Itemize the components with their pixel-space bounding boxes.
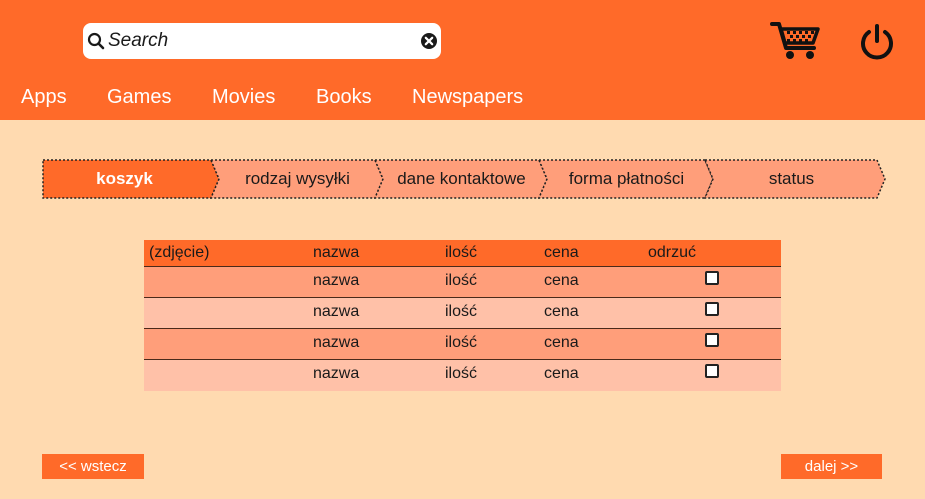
- header-reject: odrzuć: [648, 244, 697, 261]
- cell-price: cena: [544, 303, 579, 320]
- cell-qty: ilość: [445, 365, 478, 382]
- reject-checkbox[interactable]: [705, 271, 719, 285]
- header-photo: (zdjęcie): [149, 244, 210, 261]
- search-input[interactable]: [108, 27, 408, 55]
- cell-name: nazwa: [313, 365, 360, 382]
- search-icon: [87, 32, 105, 50]
- header-bar: Apps Games Movies Books Newspapers: [0, 0, 925, 120]
- table-header: (zdjęcie) nazwa ilość cena odrzuć: [144, 240, 781, 267]
- cell-qty: ilość: [445, 272, 478, 289]
- table-row: nazwa ilość cena: [144, 329, 781, 360]
- cell-price: cena: [544, 365, 579, 382]
- search-box[interactable]: [83, 23, 441, 59]
- nav-item-newspapers[interactable]: Newspapers: [412, 86, 523, 109]
- cell-name: nazwa: [313, 303, 360, 320]
- cell-price: cena: [544, 334, 579, 351]
- nav-item-movies[interactable]: Movies: [212, 86, 275, 109]
- cell-qty: ilość: [445, 303, 478, 320]
- nav-item-apps[interactable]: Apps: [21, 86, 67, 109]
- header-qty: ilość: [445, 244, 478, 261]
- table-row: nazwa ilość cena: [144, 298, 781, 329]
- cell-price: cena: [544, 272, 579, 289]
- nav-item-books[interactable]: Books: [316, 86, 372, 109]
- step-cart[interactable]: koszyk: [52, 159, 197, 199]
- reject-checkbox[interactable]: [705, 302, 719, 316]
- clear-icon[interactable]: [420, 32, 438, 50]
- step-contact[interactable]: dane kontaktowe: [384, 159, 539, 199]
- next-button[interactable]: dalej >>: [781, 454, 882, 479]
- reject-checkbox[interactable]: [705, 364, 719, 378]
- step-payment[interactable]: forma płatności: [548, 159, 705, 199]
- cell-qty: ilość: [445, 334, 478, 351]
- power-icon[interactable]: [858, 24, 896, 62]
- cell-name: nazwa: [313, 334, 360, 351]
- nav-item-games[interactable]: Games: [107, 86, 171, 109]
- reject-checkbox[interactable]: [705, 333, 719, 347]
- header-price: cena: [544, 244, 579, 261]
- checkout-steps: koszyk rodzaj wysyłki dane kontaktowe fo…: [42, 159, 887, 199]
- main-nav: Apps Games Movies Books Newspapers: [0, 86, 600, 116]
- cart-table: (zdjęcie) nazwa ilość cena odrzuć nazwa …: [144, 240, 781, 391]
- cart-icon[interactable]: [770, 20, 822, 62]
- back-button[interactable]: << wstecz: [42, 454, 144, 479]
- header-name: nazwa: [313, 244, 360, 261]
- table-row: nazwa ilość cena: [144, 360, 781, 391]
- table-row: nazwa ilość cena: [144, 267, 781, 298]
- cell-name: nazwa: [313, 272, 360, 289]
- step-status[interactable]: status: [714, 159, 869, 199]
- step-shipping[interactable]: rodzaj wysyłki: [220, 159, 375, 199]
